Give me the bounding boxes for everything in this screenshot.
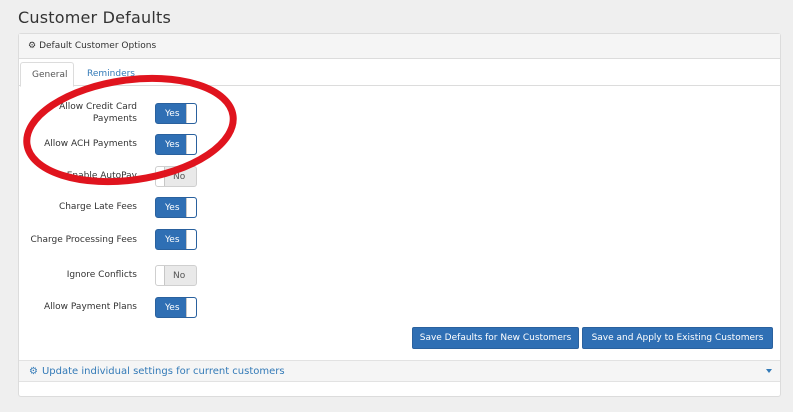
save-apply-button[interactable]: Save and Apply to Existing Customers xyxy=(582,327,773,349)
update-individual-settings-toggle[interactable]: ⚙ Update individual settings for current… xyxy=(19,360,780,382)
toggle-value: Yes xyxy=(165,234,180,245)
autopay-toggle[interactable]: No xyxy=(155,166,197,187)
setting-row-autopay: Enable AutoPay No xyxy=(19,165,209,187)
toggle-value: No xyxy=(173,270,186,281)
toggle-value: No xyxy=(173,171,186,182)
tab-bar: General Reminders xyxy=(19,59,780,87)
setting-row-credit-card: Allow Credit Card Payments Yes xyxy=(19,98,209,128)
setting-row-ignore-conflicts: Ignore Conflicts No xyxy=(19,264,209,286)
toggle-knob xyxy=(186,298,196,317)
panel-heading-label: Default Customer Options xyxy=(39,41,157,51)
setting-label: Allow ACH Payments xyxy=(44,139,137,149)
toggle-knob xyxy=(186,198,196,217)
toggle-value: Yes xyxy=(165,139,180,150)
toggle-value: Yes xyxy=(165,108,180,119)
toggle-value: Yes xyxy=(165,302,180,313)
tab-reminders[interactable]: Reminders xyxy=(76,62,146,86)
toggle-knob xyxy=(156,266,165,285)
toggle-knob xyxy=(156,167,165,186)
credit-card-toggle[interactable]: Yes xyxy=(155,103,197,124)
gear-icon: ⚙ xyxy=(28,41,37,51)
ach-toggle[interactable]: Yes xyxy=(155,134,197,155)
caret-down-icon xyxy=(766,369,772,373)
setting-row-payment-plans: Allow Payment Plans Yes xyxy=(19,296,209,318)
late-fees-toggle[interactable]: Yes xyxy=(155,197,197,218)
setting-label: Charge Processing Fees xyxy=(30,235,137,245)
setting-label: Allow Credit Card Payments xyxy=(59,102,137,124)
save-defaults-button[interactable]: Save Defaults for New Customers xyxy=(412,327,579,349)
setting-row-processing-fees: Charge Processing Fees Yes xyxy=(19,227,209,253)
ignore-conflicts-toggle[interactable]: No xyxy=(155,265,197,286)
setting-label: Allow Payment Plans xyxy=(44,302,137,312)
toggle-value: Yes xyxy=(165,202,180,213)
gear-icon: ⚙ xyxy=(29,365,38,377)
toggle-knob xyxy=(186,230,196,249)
collapse-label: Update individual settings for current c… xyxy=(41,365,285,377)
setting-label: Ignore Conflicts xyxy=(66,270,137,280)
tab-general[interactable]: General xyxy=(20,62,74,87)
setting-label: Enable AutoPay xyxy=(66,171,137,181)
payment-plans-toggle[interactable]: Yes xyxy=(155,297,197,318)
setting-row-late-fees: Charge Late Fees Yes xyxy=(19,196,209,218)
page-title: Customer Defaults xyxy=(18,8,172,27)
default-customer-options-panel: ⚙ Default Customer Options General Remin… xyxy=(18,33,781,397)
panel-heading: ⚙ Default Customer Options xyxy=(19,34,780,59)
toggle-knob xyxy=(186,104,196,123)
setting-row-ach: Allow ACH Payments Yes xyxy=(19,133,209,155)
toggle-knob xyxy=(186,135,196,154)
setting-label: Charge Late Fees xyxy=(58,202,137,212)
processing-fees-toggle[interactable]: Yes xyxy=(155,229,197,250)
